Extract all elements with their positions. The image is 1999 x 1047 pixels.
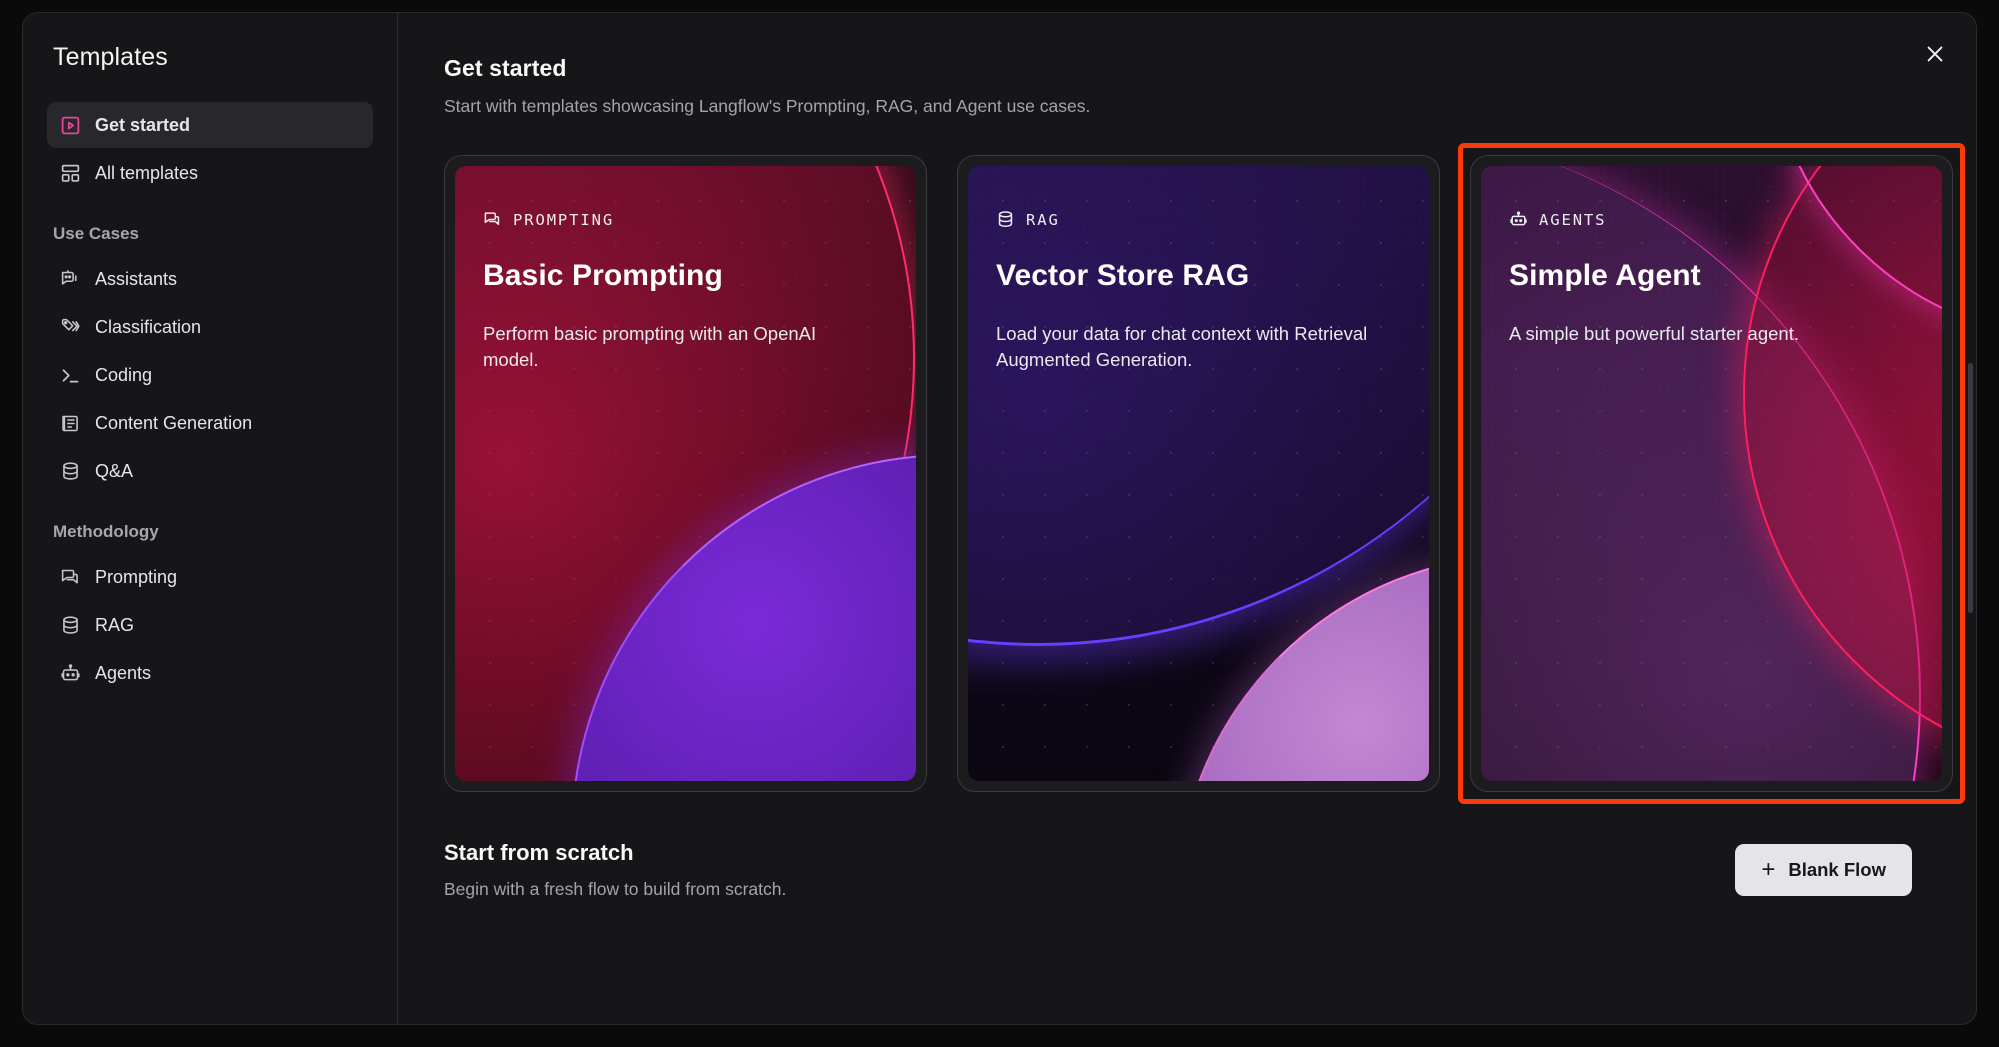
template-card-list: PROMPTING Basic Prompting Perform basic … [444, 143, 1965, 804]
card-description: A simple but powerful starter agent. [1509, 323, 1799, 344]
card-artwork: AGENTS Simple Agent A simple but powerfu… [1481, 166, 1942, 781]
template-card-basic-prompting[interactable]: PROMPTING Basic Prompting Perform basic … [444, 155, 927, 792]
newspaper-icon [59, 412, 81, 434]
scratch-text: Start from scratch Begin with a fresh fl… [444, 840, 786, 900]
card-category: AGENTS [1509, 210, 1914, 229]
plus-icon: + [1761, 856, 1776, 883]
sidebar-item-label: Classification [95, 316, 202, 337]
terminal-icon [59, 364, 81, 386]
database-icon [996, 210, 1015, 229]
main-content: Get started Start with templates showcas… [398, 13, 1976, 1024]
sidebar-item-classification[interactable]: Classification [47, 304, 373, 350]
sidebar-item-label: Coding [95, 364, 153, 385]
sidebar-item-agents[interactable]: Agents [47, 650, 373, 696]
sidebar-item-prompting[interactable]: Prompting [47, 554, 373, 600]
card-category: PROMPTING [483, 210, 888, 229]
sidebar-item-label: Assistants [95, 268, 178, 289]
art-sphere [1176, 554, 1429, 781]
blank-flow-label: Blank Flow [1788, 859, 1886, 880]
sidebar-title: Templates [53, 43, 168, 71]
database-icon [59, 460, 81, 482]
card-category-label: RAG [1026, 210, 1060, 229]
page-subtitle: Start with templates showcasing Langflow… [444, 96, 1091, 116]
template-card-vector-store-rag[interactable]: RAG Vector Store RAG Load your data for … [957, 155, 1440, 792]
card-category: RAG [996, 210, 1401, 229]
template-card-wrapper: PROMPTING Basic Prompting Perform basic … [444, 155, 927, 792]
sidebar-item-qa[interactable]: Q&A [47, 448, 373, 494]
close-icon[interactable] [1914, 33, 1956, 75]
blank-flow-button[interactable]: + Blank Flow [1735, 844, 1912, 896]
card-description: Load your data for chat context with Ret… [996, 323, 1368, 371]
messages-square-icon [59, 566, 81, 588]
card-category-label: AGENTS [1539, 210, 1607, 229]
card-category-label: PROMPTING [513, 210, 615, 229]
sidebar-item-coding[interactable]: Coding [47, 352, 373, 398]
card-artwork: RAG Vector Store RAG Load your data for … [968, 166, 1429, 781]
art-sphere [1743, 166, 1942, 774]
sidebar-item-get-started[interactable]: Get started [47, 102, 373, 148]
card-title: Basic Prompting [483, 259, 723, 292]
sidebar-item-assistants[interactable]: Assistants [47, 256, 373, 302]
art-streak [1767, 166, 1942, 340]
templates-dialog: Templates Get started All templates Use … [22, 12, 1977, 1025]
card-description: Perform basic prompting with an OpenAI m… [483, 323, 817, 371]
messages-square-icon [483, 210, 502, 229]
database-icon [59, 614, 81, 636]
bot-message-icon [59, 268, 81, 290]
sidebar-item-label: Agents [95, 662, 152, 683]
start-from-scratch-section: Start from scratch Begin with a fresh fl… [444, 840, 1932, 900]
tags-icon [59, 316, 81, 338]
sidebar-item-label: Prompting [95, 566, 178, 587]
sidebar-item-content-generation[interactable]: Content Generation [47, 400, 373, 446]
sidebar-item-label: Get started [95, 114, 191, 135]
play-square-icon [59, 114, 81, 136]
art-arc [968, 166, 1429, 646]
bot-icon [1509, 210, 1528, 229]
sidebar-item-label: All templates [95, 162, 199, 183]
sidebar-item-label: RAG [95, 614, 135, 635]
template-card-simple-agent[interactable]: AGENTS Simple Agent A simple but powerfu… [1470, 155, 1953, 792]
bot-icon [59, 662, 81, 684]
sidebar-item-all-templates[interactable]: All templates [47, 150, 373, 196]
scrollbar[interactable] [1968, 363, 1973, 613]
card-title: Simple Agent [1509, 259, 1701, 292]
sidebar-group-use-cases: Use Cases [53, 224, 140, 243]
sidebar-group-methodology: Methodology [53, 522, 159, 541]
art-sphere [571, 454, 916, 781]
sidebar-item-rag[interactable]: RAG [47, 602, 373, 648]
sidebar: Templates Get started All templates Use … [23, 13, 398, 1024]
sidebar-item-label: Q&A [95, 460, 134, 481]
layout-grid-icon [59, 162, 81, 184]
scratch-subtitle: Begin with a fresh flow to build from sc… [444, 879, 787, 899]
scratch-title: Start from scratch [444, 840, 634, 865]
page-title: Get started [444, 55, 567, 81]
card-artwork: PROMPTING Basic Prompting Perform basic … [455, 166, 916, 781]
sidebar-item-label: Content Generation [95, 412, 253, 433]
template-card-wrapper: RAG Vector Store RAG Load your data for … [957, 155, 1440, 792]
template-card-wrapper-selected: AGENTS Simple Agent A simple but powerfu… [1458, 143, 1965, 804]
card-title: Vector Store RAG [996, 259, 1250, 292]
